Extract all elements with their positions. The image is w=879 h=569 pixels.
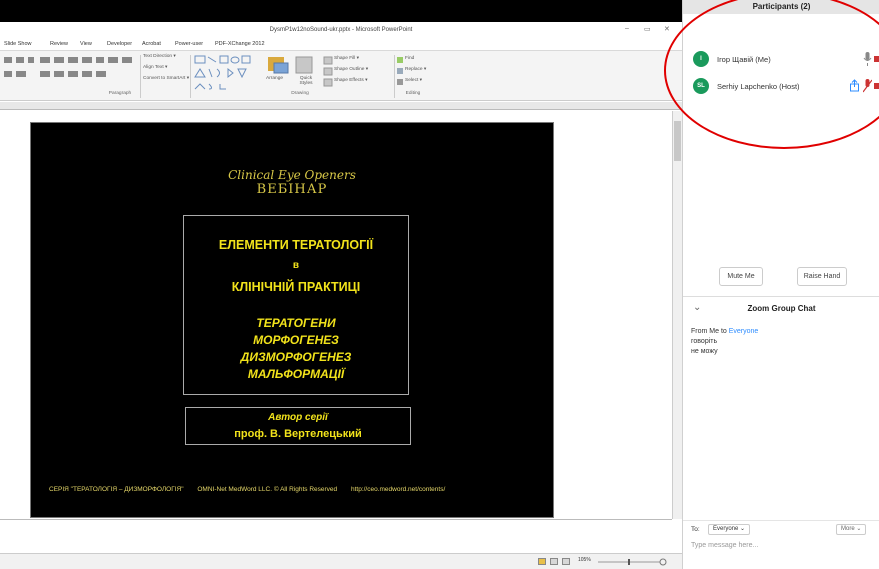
muted-microphone-icon[interactable] [863, 79, 872, 93]
chat-messages: From Me to Everyone говоріть не можу [691, 327, 758, 357]
shape-effects-button[interactable]: Shape Effects ▾ [334, 78, 368, 83]
raise-hand-button[interactable]: Raise Hand [797, 267, 847, 286]
tab-acrobat[interactable]: Acrobat [142, 41, 161, 47]
video-off-icon[interactable] [874, 79, 879, 93]
more-button[interactable]: More ⌄ [836, 524, 867, 535]
zoom-slider[interactable] [598, 558, 668, 566]
slide-item-3: ДИЗМОРФОГЕНЕЗ [240, 350, 352, 364]
slide-footer: СЕРІЯ "ТЕРАТОЛОГІЯ – ДИЗМОРФОЛОГІЯ" OMNI… [49, 486, 457, 493]
zoom-panel: Participants (2) І Ігор Щавій (Me) SL Se… [682, 0, 879, 569]
arrange-button[interactable]: Arrange [266, 76, 283, 81]
slide-author-label: Автор серії [268, 412, 328, 423]
chat-message: не можу [691, 348, 718, 355]
powerpoint-window: DysmP1w12noSound-ukr.pptx - Microsoft Po… [0, 22, 682, 569]
top-black-bar [0, 0, 682, 22]
slide-footer-series: СЕРІЯ "ТЕРАТОЛОГІЯ – ДИЗМОРФОЛОГІЯ" [49, 486, 184, 493]
convert-smartart-button[interactable]: Convert to SmartArt ▾ [143, 76, 189, 81]
close-button[interactable]: ✕ [664, 25, 670, 33]
normal-view-icon[interactable] [538, 558, 546, 565]
video-off-icon[interactable] [874, 52, 879, 66]
microphone-icon[interactable] [863, 52, 872, 66]
avatar: І [693, 51, 709, 67]
slide-brand-subtitle: ВЕБІНАР [256, 182, 328, 197]
slide-sorter-icon[interactable] [550, 558, 558, 565]
scroll-thumb[interactable] [674, 121, 681, 161]
panel-divider [683, 296, 879, 297]
tab-developer[interactable]: Developer [107, 41, 132, 47]
notes-pane[interactable] [0, 519, 672, 553]
shape-outline-button[interactable]: Shape Outline ▾ [334, 67, 368, 72]
minimize-button[interactable]: – [625, 25, 629, 32]
shape-fill-button[interactable]: Shape Fill ▾ [334, 56, 359, 61]
participant-row[interactable]: SL Serhiy Lapchenko (Host) [693, 78, 879, 98]
group-editing-label: Editing [405, 91, 421, 96]
slide-item-2: МОРФОГЕНЕЗ [253, 333, 339, 347]
slide[interactable]: Clinical Eye Openers ВЕБІНАР ЕЛЕМЕНТИ ТЕ… [30, 122, 554, 518]
chat-recipient[interactable]: Everyone [729, 328, 759, 335]
ruler-ticks [0, 107, 682, 110]
slide-title-3: КЛІНІЧНІЙ ПРАКТИЦІ [231, 280, 361, 294]
tab-pdf-xchange[interactable]: PDF-XChange 2012 [215, 41, 265, 47]
recipient-select[interactable]: Everyone ⌄ [708, 524, 751, 535]
chat-input[interactable]: Type message here... [691, 542, 758, 549]
tab-power-user[interactable]: Power-user [175, 41, 203, 47]
participant-row[interactable]: І Ігор Щавій (Me) [693, 51, 879, 71]
slide-footer-copyright: OMNI-Net MedWord LLC. © All Rights Reser… [197, 486, 338, 493]
group-paragraph-label: Paragraph [108, 91, 132, 96]
ribbon-tabs: Slide Show Review View Developer Acrobat… [0, 38, 682, 51]
slide-item-4: МАЛЬФОРМАЦІЇ [247, 367, 345, 381]
zoom-level[interactable]: 105% [578, 557, 591, 563]
window-title: DysmP1w12noSound-ukr.pptx - Microsoft Po… [0, 22, 682, 38]
participants-title: Participants (2) [683, 0, 879, 14]
slide-author-box: Автор серії проф. В. Вертелецький [185, 407, 411, 445]
screen: DysmP1w12noSound-ukr.pptx - Microsoft Po… [0, 0, 879, 569]
ribbon-separator [190, 55, 191, 98]
slide-title-1: ЕЛЕМЕНТИ ТЕРАТОЛОГІЇ [218, 238, 374, 252]
to-label: To: [691, 526, 700, 533]
replace-button[interactable]: Replace ▾ [405, 67, 426, 72]
select-button[interactable]: Select ▾ [405, 78, 422, 83]
reading-view-icon[interactable] [562, 558, 570, 565]
tab-view[interactable]: View [80, 41, 92, 47]
slide-author-name: проф. В. Вертелецький [234, 428, 362, 440]
mute-me-button[interactable]: Mute Me [719, 267, 763, 286]
align-text-button[interactable]: Align Text ▾ [143, 65, 167, 70]
chat-header: ⌄ Zoom Group Chat [683, 302, 879, 316]
ribbon-separator [394, 55, 395, 98]
chat-message: говоріть [691, 338, 718, 345]
tab-review[interactable]: Review [50, 41, 68, 47]
slide-brand-title: Clinical Eye Openers [228, 168, 356, 182]
tab-slide-show[interactable]: Slide Show [4, 41, 32, 47]
text-direction-button[interactable]: Text Direction ▾ [143, 54, 176, 59]
quick-styles-button[interactable]: Quick Styles [293, 76, 319, 86]
chat-from: From Me to [691, 328, 729, 335]
ribbon-separator [140, 55, 141, 98]
share-icon[interactable] [850, 79, 859, 93]
slide-title-2: в [292, 260, 300, 271]
participant-name: Serhiy Lapchenko (Host) [717, 82, 800, 91]
group-drawing-label: Drawing [291, 91, 309, 96]
chat-title: Zoom Group Chat [747, 304, 816, 313]
avatar: SL [693, 78, 709, 94]
chat-sender-line: From Me to Everyone [691, 327, 758, 337]
horizontal-ruler [0, 102, 682, 110]
chat-recipient-row: To: Everyone ⌄ More ⌄ [683, 520, 879, 538]
slide-item-1: ТЕРАТОГЕНИ [256, 316, 336, 330]
status-bar: 105% [0, 553, 682, 569]
ribbon: Text Direction ▾ Align Text ▾ Convert to… [0, 51, 682, 101]
slide-main-box: ЕЛЕМЕНТИ ТЕРАТОЛОГІЇ в КЛІНІЧНІЙ ПРАКТИЦ… [183, 215, 409, 395]
restore-button[interactable]: ▭ [644, 25, 651, 33]
vertical-scrollbar[interactable] [672, 111, 682, 519]
find-button[interactable]: Find [405, 56, 414, 61]
participant-name: Ігор Щавій (Me) [717, 55, 771, 64]
slide-footer-url: http://ceo.medword.net/contents/ [350, 486, 446, 493]
